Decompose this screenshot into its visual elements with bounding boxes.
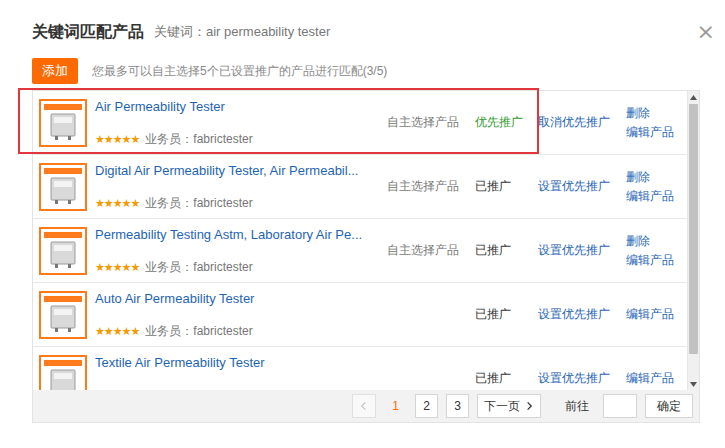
- pagination: 123 下一页 前往 确定: [33, 390, 699, 422]
- close-button[interactable]: ×: [693, 21, 719, 43]
- product-meta: ★★★★★ 业务员：fabrictester: [95, 323, 387, 340]
- salesperson: 业务员：fabrictester: [145, 323, 252, 340]
- star-rating: ★★★★★: [95, 325, 139, 338]
- product-name[interactable]: Digital Air Permeability Tester, Air Per…: [95, 163, 387, 178]
- dialog-title: 关键词匹配产品: [32, 22, 144, 43]
- product-row: Textile Air Permeability Tester 已推广 设置优先推广…: [33, 347, 687, 390]
- scroll-up-icon[interactable]: [690, 95, 697, 100]
- confirm-button[interactable]: 确定: [645, 394, 693, 418]
- edit-link[interactable]: 编辑产品: [626, 124, 687, 141]
- keyword-label: 关键词：air permeability tester: [154, 23, 683, 41]
- product-source: 自主选择产品: [387, 115, 459, 129]
- promotion-status: 已推广: [475, 307, 511, 321]
- product-name[interactable]: Auto Air Permeability Tester: [95, 291, 387, 306]
- priority-action[interactable]: 设置优先推广: [538, 179, 610, 193]
- priority-action[interactable]: 取消优先推广: [538, 115, 610, 129]
- goto-input[interactable]: [603, 394, 637, 418]
- product-row: Air Permeability Tester ★★★★★ 业务员：fabricte…: [33, 91, 687, 155]
- product-thumbnail[interactable]: [39, 99, 87, 147]
- product-image: [44, 104, 82, 142]
- chevron-left-icon: [359, 400, 369, 412]
- salesperson: 业务员：fabrictester: [145, 259, 252, 276]
- add-button[interactable]: 添加: [32, 58, 78, 84]
- goto-label: 前往: [565, 398, 589, 415]
- product-thumbnail[interactable]: [39, 227, 87, 275]
- priority-action[interactable]: 设置优先推广: [538, 243, 610, 257]
- edit-link[interactable]: 编辑产品: [626, 306, 687, 323]
- hint-text: 您最多可以自主选择5个已设置推广的产品进行匹配(3/5): [92, 63, 387, 80]
- scroll-thumb[interactable]: [689, 104, 698, 354]
- product-row: Auto Air Permeability Tester ★★★★★ 业务员：fab…: [33, 283, 687, 347]
- star-rating: ★★★★★: [95, 133, 139, 146]
- product-source: 自主选择产品: [387, 243, 459, 257]
- scroll-down-icon[interactable]: [690, 382, 697, 387]
- product-image: [44, 360, 82, 391]
- star-rating: ★★★★★: [95, 261, 139, 274]
- product-row: Digital Air Permeability Tester, Air Per…: [33, 155, 687, 219]
- priority-action[interactable]: 设置优先推广: [538, 307, 610, 321]
- product-meta: ★★★★★ 业务员：fabrictester: [95, 195, 387, 212]
- promotion-status: 优先推广: [475, 115, 523, 129]
- scrollbar[interactable]: [687, 91, 699, 390]
- product-name[interactable]: Air Permeability Tester: [95, 99, 387, 114]
- toolbar: 添加您最多可以自主选择5个已设置推广的产品进行匹配(3/5): [32, 58, 725, 84]
- promotion-status: 已推广: [475, 179, 511, 193]
- product-name[interactable]: Textile Air Permeability Tester: [95, 355, 387, 370]
- prev-page-button[interactable]: [352, 394, 376, 418]
- product-name[interactable]: Permeability Testing Astm, Laboratory Ai…: [95, 227, 387, 242]
- priority-action[interactable]: 设置优先推广: [538, 371, 610, 385]
- product-thumbnail[interactable]: [39, 355, 87, 391]
- page-button[interactable]: 3: [446, 394, 469, 418]
- product-meta: ★★★★★ 业务员：fabrictester: [95, 259, 387, 276]
- product-thumbnail[interactable]: [39, 163, 87, 211]
- delete-link[interactable]: 删除: [626, 169, 687, 186]
- product-image: [44, 168, 82, 206]
- star-rating: ★★★★★: [95, 197, 139, 210]
- product-image: [44, 232, 82, 270]
- edit-link[interactable]: 编辑产品: [626, 188, 687, 205]
- page-button[interactable]: 2: [415, 394, 438, 418]
- product-list: Air Permeability Tester ★★★★★ 业务员：fabricte…: [32, 90, 700, 423]
- product-row: Permeability Testing Astm, Laboratory Ai…: [33, 219, 687, 283]
- promotion-status: 已推广: [475, 243, 511, 257]
- delete-link[interactable]: 删除: [626, 105, 687, 122]
- list-viewport: Air Permeability Tester ★★★★★ 业务员：fabricte…: [33, 91, 687, 390]
- product-meta: ★★★★★ 业务员：fabrictester: [95, 131, 387, 148]
- highlight-annotation: [18, 88, 539, 154]
- next-page-button[interactable]: 下一页: [477, 394, 541, 418]
- product-image: [44, 296, 82, 334]
- edit-link[interactable]: 编辑产品: [626, 370, 687, 387]
- salesperson: 业务员：fabrictester: [145, 131, 252, 148]
- promotion-status: 已推广: [475, 371, 511, 385]
- dialog-header: 关键词匹配产品关键词：air permeability tester ×: [32, 20, 725, 44]
- salesperson: 业务员：fabrictester: [145, 195, 252, 212]
- page-button[interactable]: 1: [384, 394, 407, 418]
- edit-link[interactable]: 编辑产品: [626, 252, 687, 269]
- chevron-right-icon: [524, 400, 534, 412]
- match-products-dialog: 关键词匹配产品关键词：air permeability tester × 添加您最多…: [0, 0, 725, 448]
- product-source: 自主选择产品: [387, 179, 459, 193]
- product-thumbnail[interactable]: [39, 291, 87, 339]
- delete-link[interactable]: 删除: [626, 233, 687, 250]
